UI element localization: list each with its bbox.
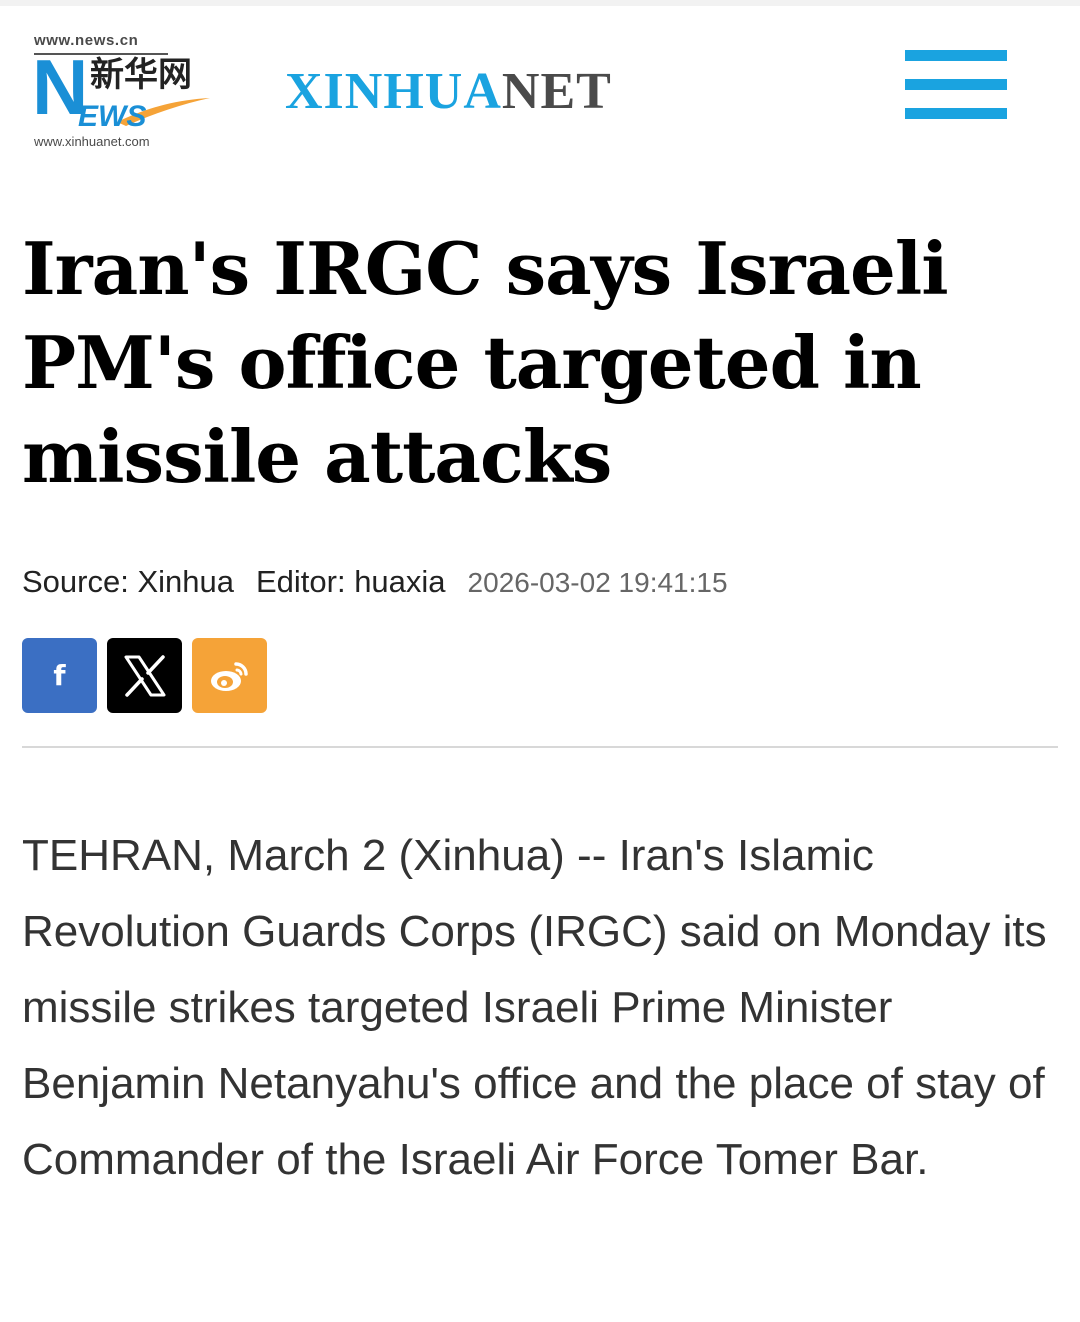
hamburger-menu-icon[interactable]: [905, 50, 1007, 120]
wordmark-net: NET: [501, 63, 612, 120]
news-logo[interactable]: www.news.cn N 新华网 EWS www.xinhuanet.com: [32, 30, 212, 150]
article-date: 2026-03-02 19:41:15: [467, 567, 728, 598]
menu-bar: [905, 79, 1007, 90]
article-body: TEHRAN, March 2 (Xinhua) -- Iran's Islam…: [22, 831, 1047, 1184]
x-icon: [124, 654, 165, 697]
facebook-share-button[interactable]: f: [22, 638, 97, 713]
logo-url-bottom: www.xinhuanet.com: [34, 134, 150, 149]
divider: [22, 746, 1058, 748]
menu-bar: [905, 108, 1007, 119]
article-title: Iran's IRGC says Israeli PM's office tar…: [22, 226, 949, 499]
menu-bar: [905, 50, 1007, 61]
article-source: Source: Xinhua: [22, 564, 234, 599]
wordmark-xinhua: XINHUA: [285, 63, 502, 120]
article-editor: Editor: huaxia: [255, 564, 446, 599]
site-header: www.news.cn N 新华网 EWS www.xinhuanet.com …: [0, 0, 1080, 170]
article-meta: Source: Xinhua Editor: huaxia 2026-03-02 1…: [22, 564, 750, 600]
logo-chinese-text: 新华网: [90, 55, 192, 95]
x-share-button[interactable]: [107, 638, 182, 713]
logo-ews-text: EWS: [78, 100, 147, 133]
weibo-icon: [210, 661, 248, 691]
weibo-share-button[interactable]: [192, 638, 267, 713]
facebook-icon: f: [53, 659, 66, 692]
xinhuanet-wordmark[interactable]: XINHUANET: [285, 66, 612, 118]
